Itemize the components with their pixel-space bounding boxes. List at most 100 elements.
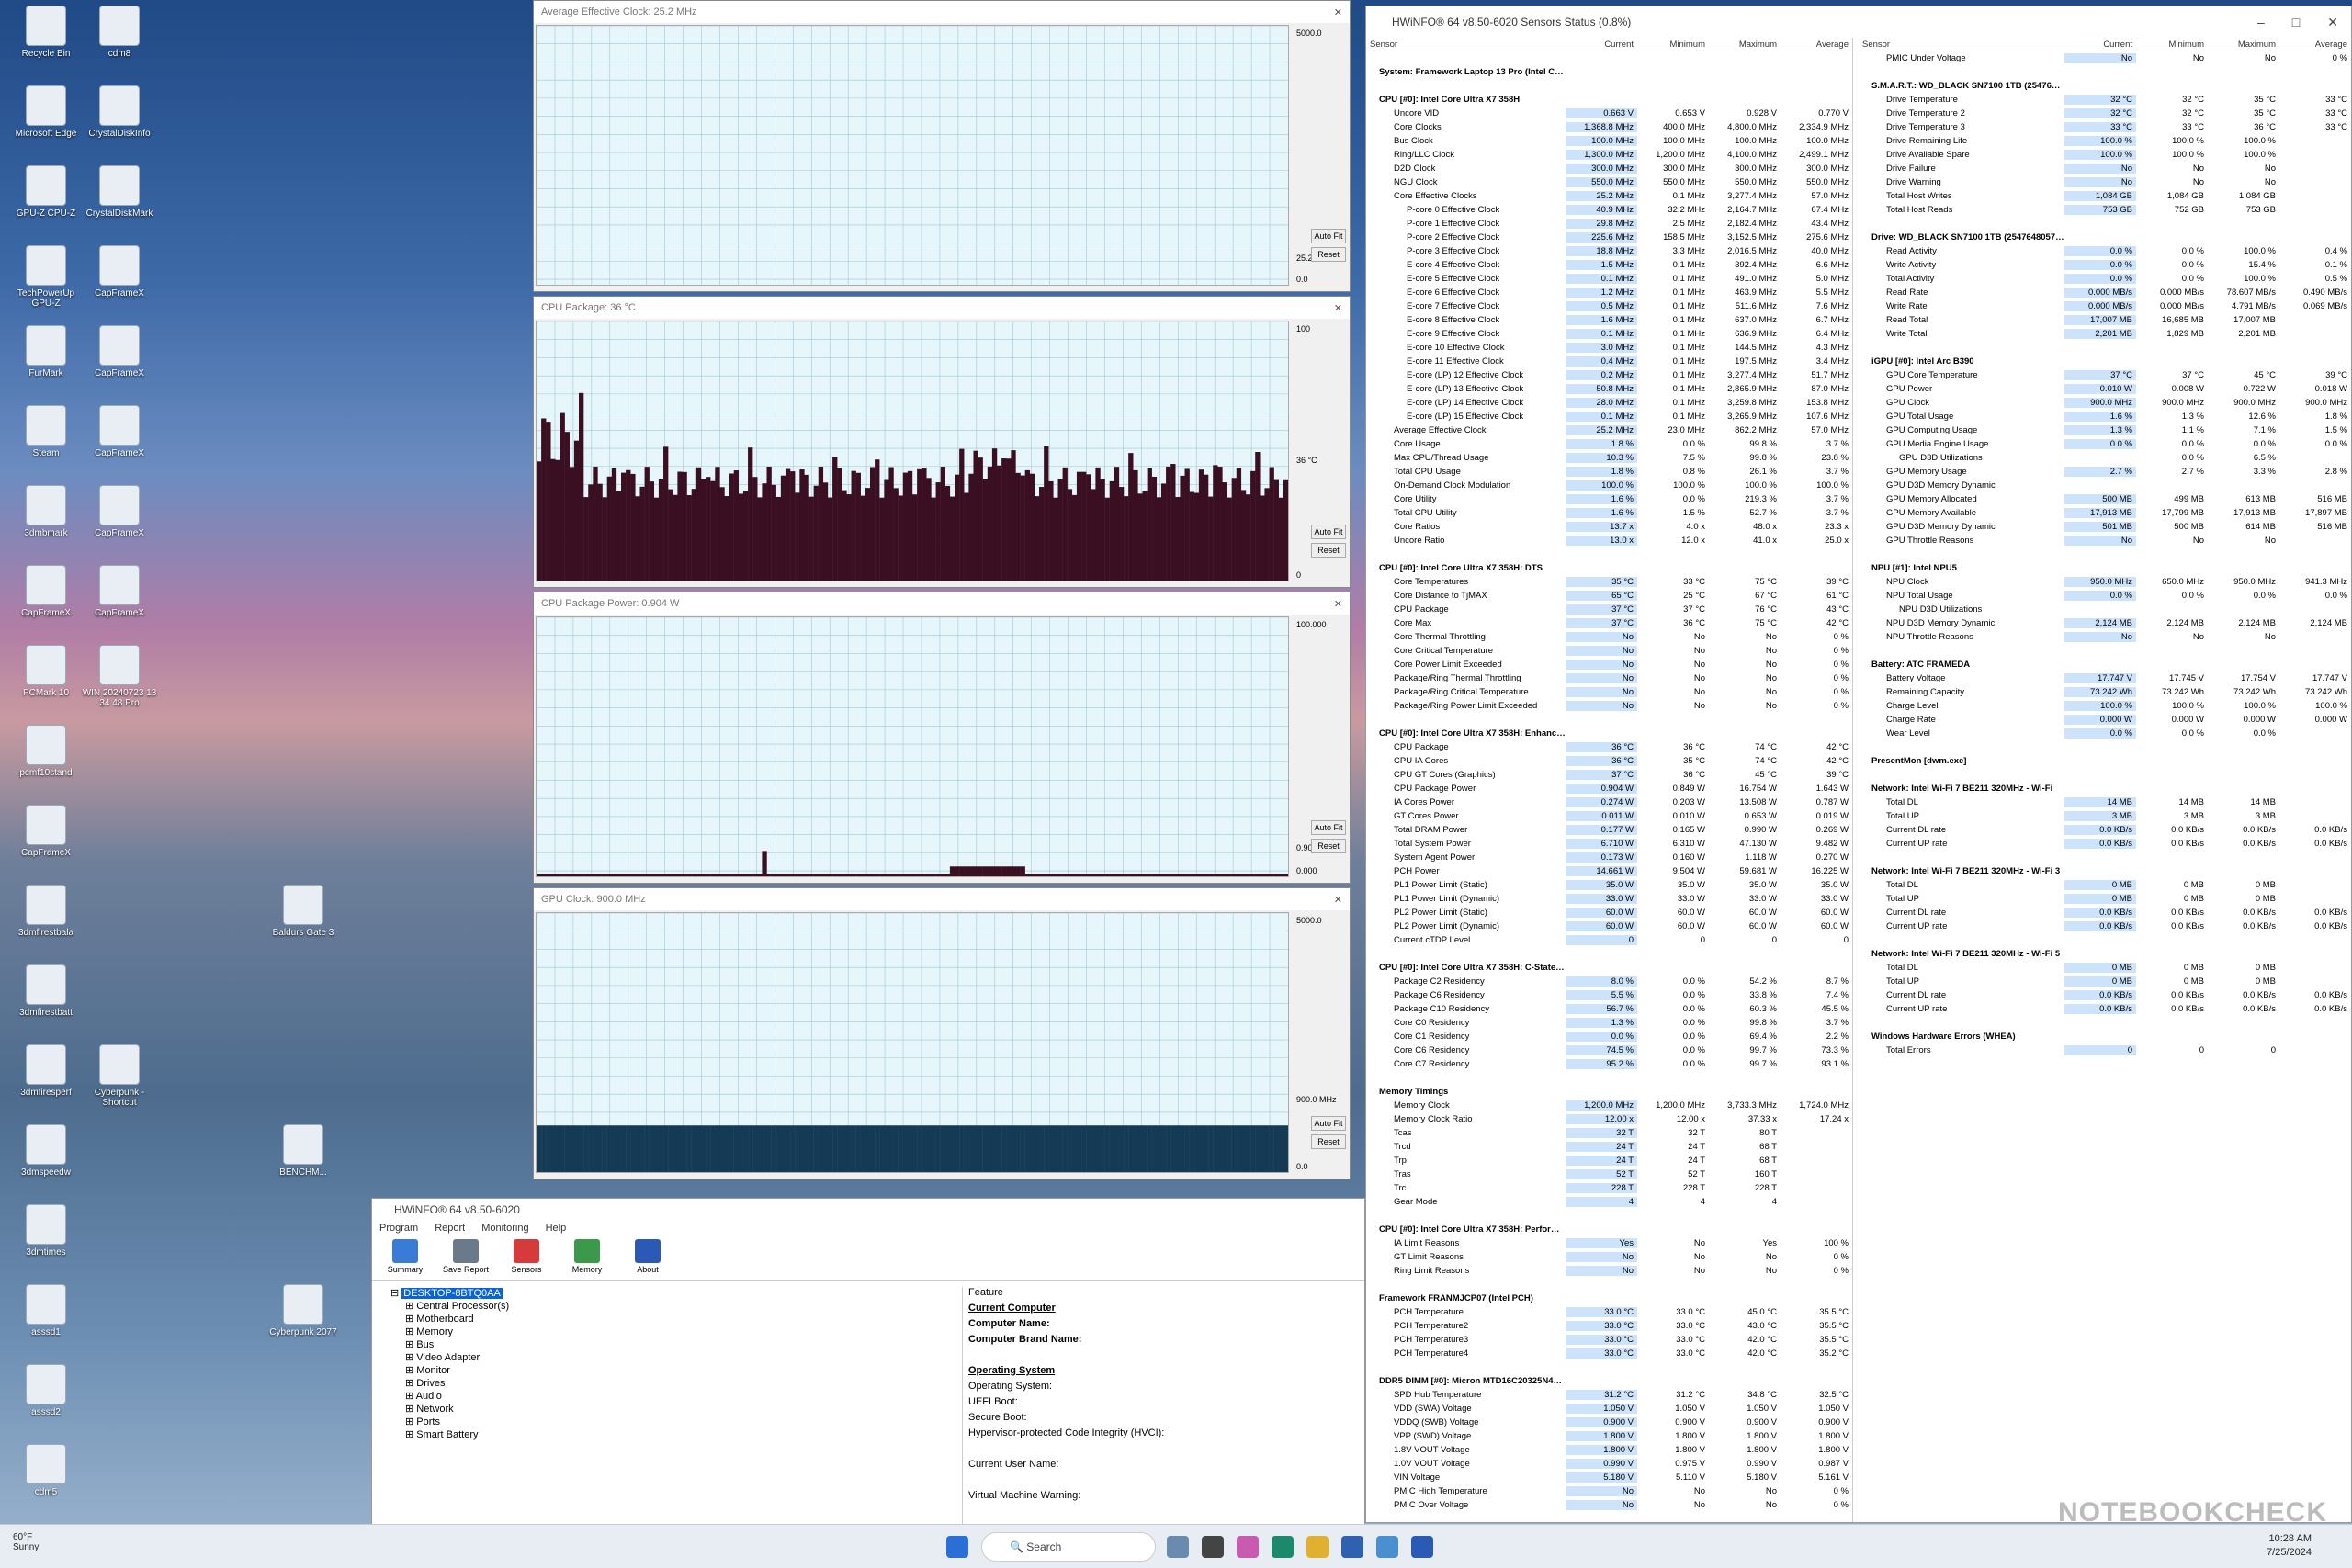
column-header-current[interactable]: Current: [2064, 39, 2136, 50]
minimize-icon[interactable]: –: [2257, 15, 2265, 30]
clock[interactable]: 10:28 AM 7/25/2024: [2267, 1532, 2312, 1560]
desktop-icon-asssd1[interactable]: asssd1: [7, 1284, 85, 1337]
sensor-row[interactable]: Core C6 Residency 74.5 % 0.0 % 99.7 % 73.3 %: [1366, 1043, 1852, 1057]
sensor-row[interactable]: GPU Memory Allocated 500 MB 499 MB 613 MB 51…: [1859, 492, 2351, 506]
sensor-row[interactable]: CPU Package 36 °C 36 °C 74 °C 42 °C: [1366, 740, 1852, 754]
tree-item-central-processor-s[interactable]: ⊞ Central Processor(s): [378, 1300, 956, 1313]
desktop-icon-capframex[interactable]: CapFrameX: [81, 405, 158, 458]
sensor-row[interactable]: Ring/LLC Clock 1,300.0 MHz 1,200.0 MHz 4,10…: [1366, 148, 1852, 162]
sensor-row[interactable]: Total Errors 0 0 0: [1859, 1043, 2351, 1057]
sensor-row[interactable]: E-core 7 Effective Clock 0.5 MHz 0.1 MHz 51…: [1366, 299, 1852, 313]
sensor-row[interactable]: Remaining Capacity 73.242 Wh 73.242 Wh 73.2…: [1859, 685, 2351, 699]
sensor-row[interactable]: Drive Failure No No No: [1859, 162, 2351, 175]
sensor-row[interactable]: E-core 9 Effective Clock 0.1 MHz 0.1 MHz 63…: [1366, 327, 1852, 341]
weather-widget[interactable]: 60°F Sunny: [13, 1532, 39, 1552]
sensor-row[interactable]: Package/Ring Critical Temperature No No No 0…: [1366, 685, 1852, 699]
desktop-icon-techpowerup-gpu-z[interactable]: TechPowerUp GPU-Z: [7, 245, 85, 309]
expand-icon[interactable]: ⊞: [405, 1326, 416, 1337]
sensor-row[interactable]: Total CPU Usage 1.8 % 0.8 % 26.1 % 3.7 %: [1366, 465, 1852, 479]
expand-icon[interactable]: ⊞: [405, 1301, 416, 1312]
sensor-group-header[interactable]: Windows Hardware Errors (WHEA): [1859, 1030, 2351, 1043]
sensor-row[interactable]: Write Total 2,201 MB 1,829 MB 2,201 MB: [1859, 327, 2351, 341]
sensor-row[interactable]: Read Rate 0.000 MB/s 0.000 MB/s 78.607 MB/s…: [1859, 286, 2351, 299]
desktop-icon-pcmf10stand[interactable]: pcmf10stand: [7, 725, 85, 778]
search-box[interactable]: 🔍 Search: [981, 1532, 1156, 1562]
sensor-row[interactable]: Total UP 3 MB 3 MB 3 MB: [1859, 809, 2351, 823]
sensor-row[interactable]: GPU Media Engine Usage 0.0 % 0.0 % 0.0 % 0.0…: [1859, 437, 2351, 451]
sensor-group-header[interactable]: Network: Intel Wi-Fi 7 BE211 320MHz - Wi…: [1859, 782, 2351, 795]
sensor-row[interactable]: E-core 11 Effective Clock 0.4 MHz 0.1 MHz 1…: [1366, 355, 1852, 368]
sensor-row[interactable]: Total DRAM Power 0.177 W 0.165 W 0.990 W 0.2…: [1366, 823, 1852, 837]
sensor-row[interactable]: PL2 Power Limit (Static) 60.0 W 60.0 W 60.0…: [1366, 906, 1852, 919]
sensor-row[interactable]: E-core 5 Effective Clock 0.1 MHz 0.1 MHz 49…: [1366, 272, 1852, 286]
expand-icon[interactable]: ⊞: [405, 1352, 416, 1363]
graph-title-bar[interactable]: CPU Package Power: 0.904 W ✕: [534, 592, 1350, 615]
desktop-icon-cyberpunk-shortcut[interactable]: Cyberpunk - Shortcut: [81, 1044, 158, 1108]
sensor-row[interactable]: Write Rate 0.000 MB/s 0.000 MB/s 4.791 MB/s…: [1859, 299, 2351, 313]
tree-item-drives[interactable]: ⊞ Drives: [378, 1377, 956, 1390]
auto-fit-button[interactable]: Auto Fit: [1311, 1116, 1346, 1131]
desktop-icon-cdm8[interactable]: cdm8: [81, 6, 158, 59]
close-icon[interactable]: ✕: [1334, 894, 1342, 906]
menu-help[interactable]: Help: [546, 1223, 567, 1234]
sensor-row[interactable]: Core Effective Clocks 25.2 MHz 0.1 MHz 3,27…: [1366, 189, 1852, 203]
sensor-row[interactable]: Core Usage 1.8 % 0.0 % 99.8 % 3.7 %: [1366, 437, 1852, 451]
sensor-row[interactable]: P-core 0 Effective Clock 40.9 MHz 32.2 MHz…: [1366, 203, 1852, 217]
sensor-row[interactable]: VPP (SWD) Voltage 1.800 V 1.800 V 1.800 V 1.…: [1366, 1429, 1852, 1443]
column-header-maximum[interactable]: Maximum: [2208, 39, 2279, 50]
sensor-row[interactable]: Core Distance to TjMAX 65 °C 25 °C 67 °C 61 …: [1366, 589, 1852, 603]
widgets-icon[interactable]: [1167, 1536, 1189, 1558]
sensor-row[interactable]: Total System Power 6.710 W 6.310 W 47.130 W…: [1366, 837, 1852, 851]
sensor-row[interactable]: 1.8V VOUT Voltage 1.800 V 1.800 V 1.800 V 1.…: [1366, 1443, 1852, 1457]
sensor-row[interactable]: Core C1 Residency 0.0 % 0.0 % 69.4 % 2.2 %: [1366, 1030, 1852, 1043]
sensor-row[interactable]: Core Clocks 1,368.8 MHz 400.0 MHz 4,800.0 M…: [1366, 120, 1852, 134]
column-header-average[interactable]: Average: [2279, 39, 2351, 50]
sensor-row[interactable]: PMIC Over Voltage No No No 0 %: [1366, 1498, 1852, 1512]
sensor-row[interactable]: Drive Warning No No No: [1859, 175, 2351, 189]
desktop-icon-3dmtimes[interactable]: 3dmtimes: [7, 1204, 85, 1258]
sensor-row[interactable]: Memory Clock Ratio 12.00 x 12.00 x 37.33 x1…: [1366, 1112, 1852, 1126]
sensor-row[interactable]: PCH Temperature 33.0 °C 33.0 °C 45.0 °C 35.5…: [1366, 1305, 1852, 1319]
sensor-row[interactable]: CPU Package Power 0.904 W 0.849 W 16.754 W1…: [1366, 782, 1852, 795]
sensor-row[interactable]: IA Cores Power 0.274 W 0.203 W 13.508 W 0.78…: [1366, 795, 1852, 809]
sensor-row[interactable]: Charge Rate 0.000 W 0.000 W 0.000 W 0.000 W: [1859, 713, 2351, 727]
sensor-row[interactable]: System Agent Power 0.173 W 0.160 W 1.118 W0…: [1366, 851, 1852, 864]
sensor-row[interactable]: Core Power Limit Exceeded No No No 0 %: [1366, 658, 1852, 671]
sensor-row[interactable]: Drive Available Spare 100.0 % 100.0 % 100.0…: [1859, 148, 2351, 162]
column-header-current[interactable]: Current: [1566, 39, 1637, 50]
main-title-bar[interactable]: HWiNFO® 64 v8.50-6020: [372, 1199, 1364, 1221]
sensor-row[interactable]: D2D Clock 300.0 MHz 300.0 MHz 300.0 MHz 300.…: [1366, 162, 1852, 175]
sensor-row[interactable]: On-Demand Clock Modulation 100.0 % 100.0 %…: [1366, 479, 1852, 492]
close-icon[interactable]: ✕: [1334, 598, 1342, 610]
desktop-icon-3dmfirestbatt[interactable]: 3dmfirestbatt: [7, 964, 85, 1018]
sensor-row[interactable]: GPU D3D Utilizations 0.0 % 6.5 %: [1859, 451, 2351, 465]
sensor-row[interactable]: PCH Temperature4 33.0 °C 33.0 °C 42.0 °C 35.…: [1366, 1347, 1852, 1360]
close-icon[interactable]: ✕: [1334, 302, 1342, 314]
sensor-row[interactable]: NPU D3D Memory Dynamic 2,124 MB 2,124 MB 2,…: [1859, 616, 2351, 630]
sensor-row[interactable]: Uncore VID 0.663 V 0.653 V 0.928 V 0.770 V: [1366, 107, 1852, 120]
menu-program[interactable]: Program: [379, 1223, 418, 1234]
summary-button[interactable]: Summary: [381, 1239, 429, 1277]
sensor-row[interactable]: Read Total 17,007 MB 16,685 MB 17,007 MB: [1859, 313, 2351, 327]
sensor-group-header[interactable]: S.M.A.R.T.: WD_BLACK SN7100 1TB (2547648…: [1859, 79, 2351, 93]
sensor-row[interactable]: Drive Temperature 2 32 °C 32 °C 35 °C 33 °C: [1859, 107, 2351, 120]
sensor-row[interactable]: GPU D3D Memory Dynamic 501 MB 500 MB 614 MB…: [1859, 520, 2351, 534]
sensor-row[interactable]: E-core 6 Effective Clock 1.2 MHz 0.1 MHz 46…: [1366, 286, 1852, 299]
tree-item-smart-battery[interactable]: ⊞ Smart Battery: [378, 1428, 956, 1441]
sensor-row[interactable]: Current cTDP Level 0 0 0 0: [1366, 933, 1852, 947]
desktop-icon-benchm[interactable]: BENCHM...: [265, 1124, 342, 1178]
start-icon[interactable]: [946, 1536, 968, 1558]
edge-icon[interactable]: [1272, 1536, 1294, 1558]
sensor-row[interactable]: PCH Temperature3 33.0 °C 33.0 °C 42.0 °C 35.…: [1366, 1333, 1852, 1347]
sensor-group-header[interactable]: DDR5 DIMM [#0]: Micron MTD16C20325N4FN02…: [1366, 1374, 1852, 1388]
sensor-row[interactable]: Bus Clock 100.0 MHz 100.0 MHz 100.0 MHz 100.…: [1366, 134, 1852, 148]
sensor-row[interactable]: CPU Package 37 °C 37 °C 76 °C 43 °C: [1366, 603, 1852, 616]
tree-item-audio[interactable]: ⊞ Audio: [378, 1390, 956, 1403]
sensor-row[interactable]: Total Host Reads 753 GB 752 GB 753 GB: [1859, 203, 2351, 217]
sensor-row[interactable]: Current UP rate 0.0 KB/s 0.0 KB/s 0.0 KB/s 0…: [1859, 919, 2351, 933]
sensor-row[interactable]: E-core 10 Effective Clock 3.0 MHz 0.1 MHz 1…: [1366, 341, 1852, 355]
desktop-icon-capframex[interactable]: CapFrameX: [81, 565, 158, 618]
hwinfo-taskbar-icon[interactable]: [1411, 1536, 1433, 1558]
desktop-icon-capframex[interactable]: CapFrameX: [7, 565, 85, 618]
sensor-row[interactable]: 1.0V VOUT Voltage 0.990 V 0.975 V 0.990 V 0.…: [1366, 1457, 1852, 1471]
